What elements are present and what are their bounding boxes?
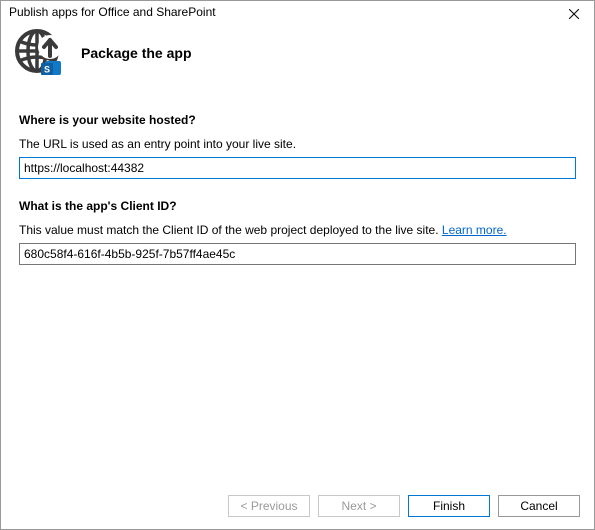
window-title: Publish apps for Office and SharePoint — [9, 5, 216, 19]
globe-upload-icon: S — [15, 29, 63, 77]
close-icon — [569, 9, 579, 19]
clientid-hint: This value must match the Client ID of t… — [19, 223, 576, 237]
clientid-hint-text: This value must match the Client ID of t… — [19, 223, 442, 237]
svg-text:S: S — [44, 65, 50, 75]
close-button[interactable] — [554, 1, 594, 27]
cancel-button[interactable]: Cancel — [498, 495, 580, 517]
wizard-content: Where is your website hosted? The URL is… — [1, 95, 594, 265]
clientid-label: What is the app's Client ID? — [19, 199, 576, 213]
url-hint: The URL is used as an entry point into y… — [19, 137, 576, 151]
learn-more-link[interactable]: Learn more. — [442, 223, 507, 237]
previous-button: < Previous — [228, 495, 310, 517]
wizard-footer: < Previous Next > Finish Cancel — [228, 495, 580, 517]
client-id-input[interactable] — [19, 243, 576, 265]
wizard-header: S Package the app — [1, 27, 594, 95]
website-url-input[interactable] — [19, 157, 576, 179]
url-label: Where is your website hosted? — [19, 113, 576, 127]
page-title: Package the app — [81, 45, 192, 61]
sharepoint-badge-icon: S — [41, 61, 61, 75]
next-button: Next > — [318, 495, 400, 517]
finish-button[interactable]: Finish — [408, 495, 490, 517]
titlebar: Publish apps for Office and SharePoint — [1, 1, 594, 27]
